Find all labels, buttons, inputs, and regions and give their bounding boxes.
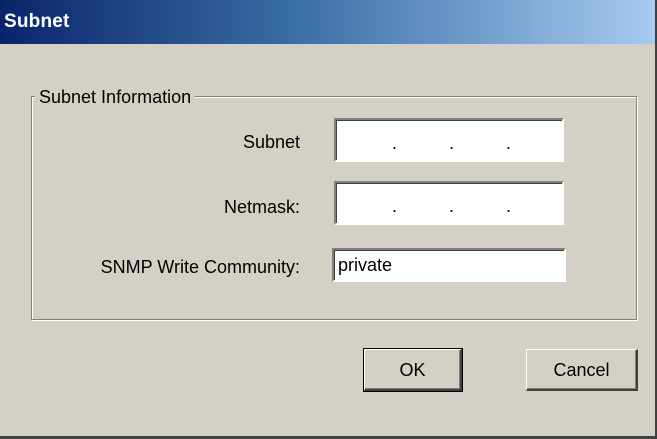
ip-separator: . (506, 196, 512, 216)
subnet-ip-field[interactable]: . . . (334, 118, 564, 162)
group-legend: Subnet Information (35, 86, 196, 108)
ip-separator: . (392, 133, 398, 153)
ip-separator: . (449, 133, 455, 153)
subnet-dialog: Subnet Subnet Information Subnet . . . N… (0, 0, 657, 439)
ip-separator: . (392, 196, 398, 216)
netmask-ip-field[interactable]: . . . (334, 181, 564, 225)
ok-button[interactable]: OK (363, 348, 463, 392)
ip-separator: . (449, 196, 455, 216)
snmp-write-community-label: SNMP Write Community: (100, 257, 300, 277)
netmask-label: Netmask: (223, 197, 300, 217)
window-title: Subnet (4, 11, 70, 32)
ip-separator: . (506, 133, 512, 153)
snmp-write-community-input[interactable] (332, 248, 566, 282)
subnet-label: Subnet (242, 132, 300, 152)
cancel-button[interactable]: Cancel (526, 349, 638, 391)
title-bar[interactable]: Subnet (0, 0, 655, 44)
